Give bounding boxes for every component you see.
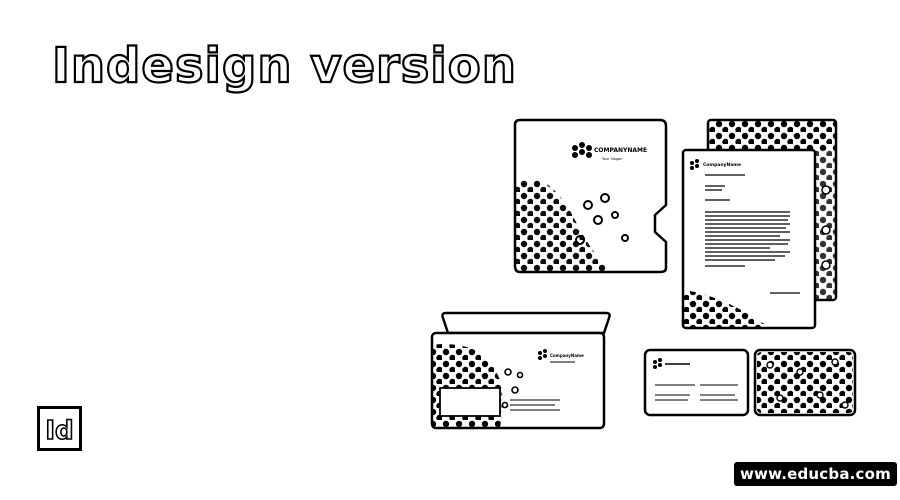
envelope-company-name: CompanyName [550, 353, 584, 358]
business-card-front [643, 348, 750, 417]
site-watermark: www.educba.com [734, 462, 897, 486]
presentation-folder: COMPANYNAME Your Slogan [513, 118, 668, 274]
site-url: www.educba.com [740, 465, 891, 483]
letterhead-sheet: CompanyName [681, 148, 817, 330]
folder-company-name: COMPANYNAME [594, 147, 647, 154]
indesign-icon: Id [37, 406, 82, 451]
folder-tagline: Your Slogan [602, 157, 623, 161]
envelope: CompanyName [430, 311, 611, 430]
letterhead-company-name: CompanyName [703, 162, 741, 168]
business-card-back [753, 348, 857, 417]
indesign-logo-text: Id [45, 416, 73, 446]
stationery-mockup-illustration: COMPANYNAME Your Slogan CompanyName Comp… [430, 118, 857, 430]
